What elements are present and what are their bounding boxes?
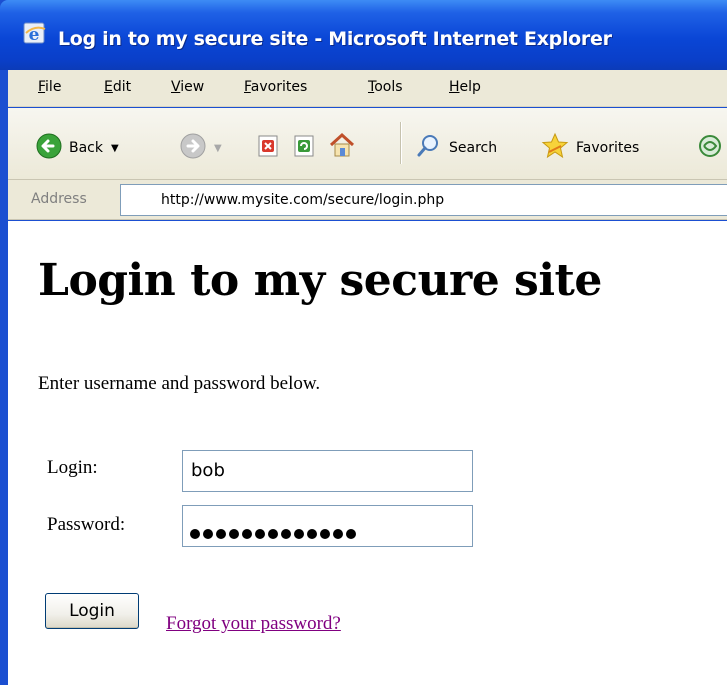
password-mask-dot — [216, 529, 226, 539]
home-icon — [328, 132, 356, 162]
stop-button[interactable] — [258, 135, 280, 161]
forward-button[interactable]: ▼ — [180, 133, 222, 163]
standard-toolbar: Back ▼ ▼ Search Favorites — [8, 108, 727, 180]
favorites-star-icon — [541, 132, 569, 164]
login-label: Login: — [47, 457, 98, 478]
password-mask — [190, 529, 356, 539]
password-mask-dot — [320, 529, 330, 539]
browser-window: e Log in to my secure site - Microsoft I… — [0, 0, 727, 685]
search-label: Search — [449, 140, 498, 156]
search-button[interactable]: Search — [416, 133, 497, 163]
forward-arrow-icon — [180, 133, 206, 163]
back-label: Back — [69, 140, 103, 156]
password-mask-dot — [268, 529, 278, 539]
login-button[interactable]: Login — [45, 593, 139, 629]
menu-tools[interactable]: Tools — [368, 79, 403, 95]
ie-logo-icon: e — [22, 20, 48, 46]
password-mask-dot — [255, 529, 265, 539]
forgot-password-link[interactable]: Forgot your password? — [166, 613, 341, 635]
menu-favorites[interactable]: Favorites — [244, 79, 307, 95]
window-title: Log in to my secure site - Microsoft Int… — [58, 28, 612, 50]
menu-help[interactable]: Help — [449, 79, 481, 95]
back-arrow-icon — [36, 133, 62, 163]
password-mask-dot — [294, 529, 304, 539]
login-input[interactable]: bob — [182, 450, 473, 492]
home-button[interactable] — [328, 132, 356, 162]
media-icon — [698, 134, 722, 162]
refresh-button[interactable] — [294, 135, 316, 161]
password-mask-dot — [242, 529, 252, 539]
page-content: Login to my secure site Enter username a… — [8, 221, 727, 685]
password-mask-dot — [203, 529, 213, 539]
search-icon — [416, 133, 442, 163]
forward-dropdown-icon[interactable]: ▼ — [214, 143, 222, 154]
favorites-label: Favorites — [576, 140, 640, 156]
media-button[interactable] — [698, 134, 722, 162]
page-title: Login to my secure site — [38, 255, 602, 306]
refresh-icon — [294, 135, 316, 161]
password-mask-dot — [281, 529, 291, 539]
menu-view[interactable]: View — [171, 79, 204, 95]
intro-text: Enter username and password below. — [38, 373, 321, 394]
title-bar[interactable]: e Log in to my secure site - Microsoft I… — [0, 0, 727, 70]
stop-icon — [258, 135, 280, 161]
menu-file[interactable]: File — [38, 79, 61, 95]
back-dropdown-icon[interactable]: ▼ — [111, 143, 119, 154]
address-input[interactable]: http://www.mysite.com/secure/login.php — [120, 184, 727, 216]
toolbar-separator — [400, 122, 402, 164]
password-mask-dot — [346, 529, 356, 539]
password-mask-dot — [190, 529, 200, 539]
address-url: http://www.mysite.com/secure/login.php — [161, 192, 445, 208]
favorites-button[interactable]: Favorites — [541, 132, 639, 164]
menu-bar: File Edit View Favorites Tools Help — [8, 70, 727, 107]
password-mask-dot — [307, 529, 317, 539]
password-input[interactable] — [182, 505, 473, 547]
password-mask-dot — [333, 529, 343, 539]
password-label: Password: — [47, 514, 126, 535]
back-button[interactable]: Back ▼ — [36, 133, 119, 163]
address-label: Address — [31, 191, 87, 207]
address-bar: Address http://www.mysite.com/secure/log… — [8, 180, 727, 220]
menu-edit[interactable]: Edit — [104, 79, 131, 95]
password-mask-dot — [229, 529, 239, 539]
